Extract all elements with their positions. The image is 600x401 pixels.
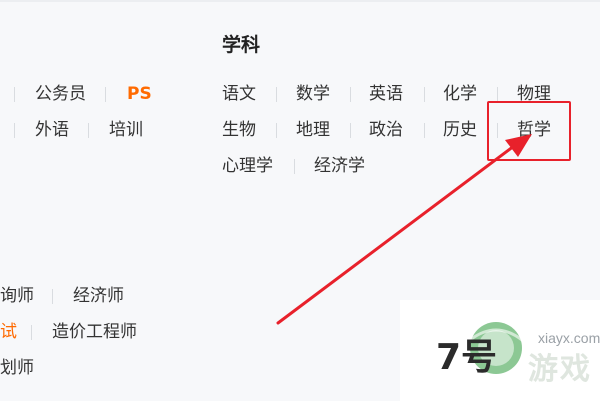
watermark-cn: 游戏	[528, 352, 592, 387]
subject-math[interactable]: 数学	[296, 83, 330, 105]
separator	[294, 159, 295, 174]
watermark-card: 7号 xiayx.com 游戏	[400, 300, 600, 401]
separator	[497, 87, 498, 102]
subject-chemistry[interactable]: 化学	[443, 83, 477, 105]
separator	[14, 123, 15, 138]
separator	[350, 87, 351, 102]
link-civil-servant[interactable]: 公务员	[35, 83, 86, 105]
subject-economics[interactable]: 经济学	[314, 155, 365, 177]
top-strip	[0, 0, 600, 2]
separator	[424, 123, 425, 138]
watermark-seven: 7号	[436, 337, 498, 378]
separator	[31, 325, 32, 340]
separator	[350, 123, 351, 138]
link-economist[interactable]: 经济师	[73, 285, 124, 307]
separator	[88, 123, 89, 138]
subjects-title: 学科	[222, 34, 261, 56]
separator	[14, 87, 15, 102]
separator	[105, 87, 106, 102]
link-consultant-partial[interactable]: 询师	[0, 285, 34, 307]
subject-politics[interactable]: 政治	[369, 119, 403, 141]
link-ps[interactable]: PS	[127, 83, 152, 105]
link-cost-engineer[interactable]: 造价工程师	[52, 321, 137, 343]
separator	[424, 87, 425, 102]
subject-psychology[interactable]: 心理学	[222, 155, 273, 177]
link-planner-partial[interactable]: 划师	[0, 357, 34, 379]
highlight-box	[487, 101, 571, 161]
link-training[interactable]: 培训	[109, 119, 143, 141]
watermark-domain: xiayx.com	[538, 330, 600, 346]
link-exam-partial[interactable]: 试	[0, 321, 17, 343]
separator	[276, 123, 277, 138]
subject-chinese[interactable]: 语文	[222, 83, 256, 105]
separator	[276, 87, 277, 102]
separator	[52, 289, 53, 304]
subject-english[interactable]: 英语	[369, 83, 403, 105]
subject-biology[interactable]: 生物	[222, 119, 256, 141]
subject-geography[interactable]: 地理	[296, 119, 330, 141]
subject-history[interactable]: 历史	[443, 119, 477, 141]
link-foreign-language[interactable]: 外语	[35, 119, 69, 141]
